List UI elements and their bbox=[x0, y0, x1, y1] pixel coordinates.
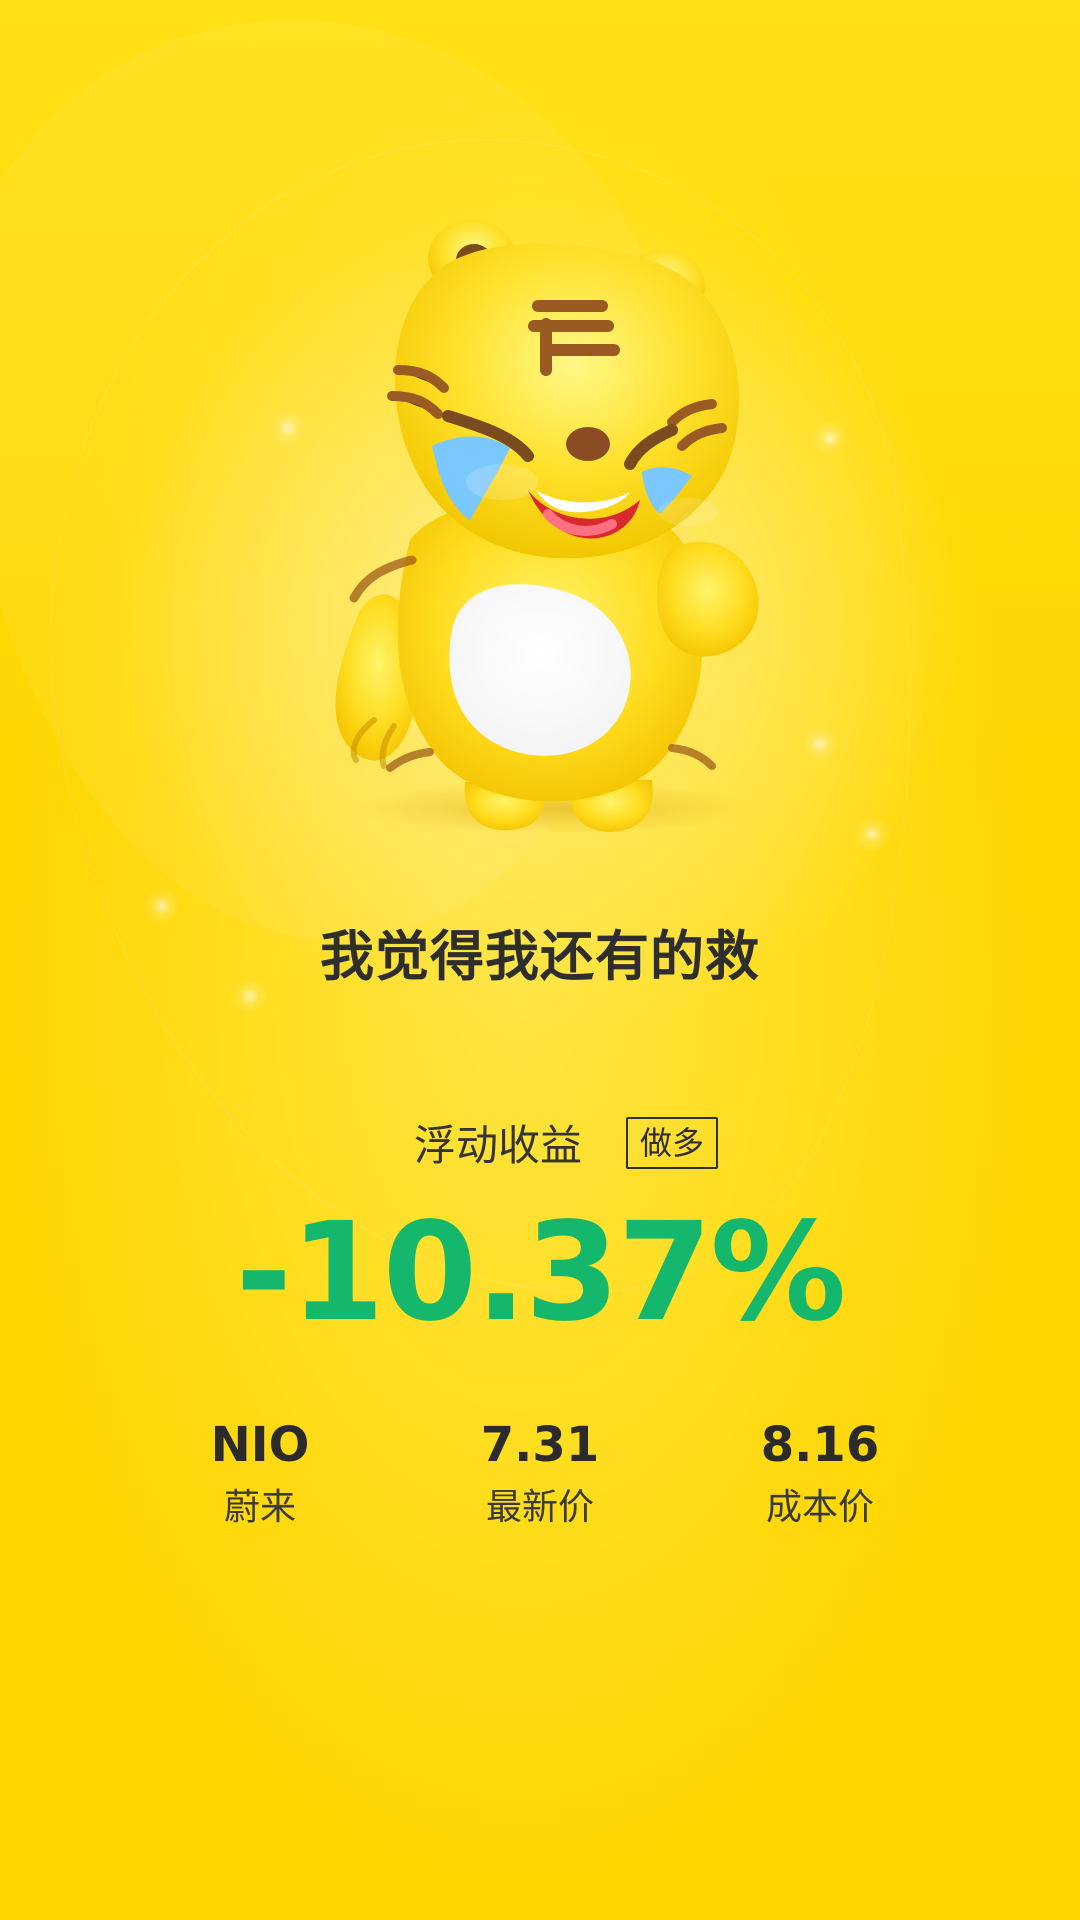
latest-price-label: 最新价 bbox=[485, 1487, 594, 1528]
latest-price-value: 7.31 bbox=[480, 1417, 600, 1473]
tiger-mascot-illustration bbox=[320, 200, 790, 840]
cost-price-label: 成本价 bbox=[765, 1487, 874, 1528]
sparkle bbox=[812, 420, 848, 456]
stock-name-label: 蔚来 bbox=[223, 1487, 296, 1528]
cost-price-value: 8.16 bbox=[760, 1417, 880, 1473]
latest-price-stat: 7.31 最新价 bbox=[430, 1416, 650, 1530]
cost-price-stat: 8.16 成本价 bbox=[710, 1416, 930, 1530]
floating-profit-label: 浮动收益 bbox=[413, 1121, 582, 1170]
floating-profit-row: 浮动收益 做多 bbox=[26, 1112, 1080, 1173]
sparkle bbox=[854, 816, 890, 852]
stock-symbol-stat: NIO 蔚来 bbox=[150, 1416, 370, 1530]
stock-symbol-value: NIO bbox=[210, 1417, 310, 1473]
mood-headline: 我觉得我还有的救 bbox=[320, 925, 760, 988]
sparkle bbox=[270, 410, 306, 446]
floating-profit-percent: -10.37% bbox=[235, 1194, 847, 1352]
stock-stats: NIO 蔚来 7.31 最新价 8.16 成本价 bbox=[150, 1416, 930, 1530]
sparkle bbox=[802, 726, 838, 762]
direction-badge: 做多 bbox=[626, 1116, 719, 1169]
